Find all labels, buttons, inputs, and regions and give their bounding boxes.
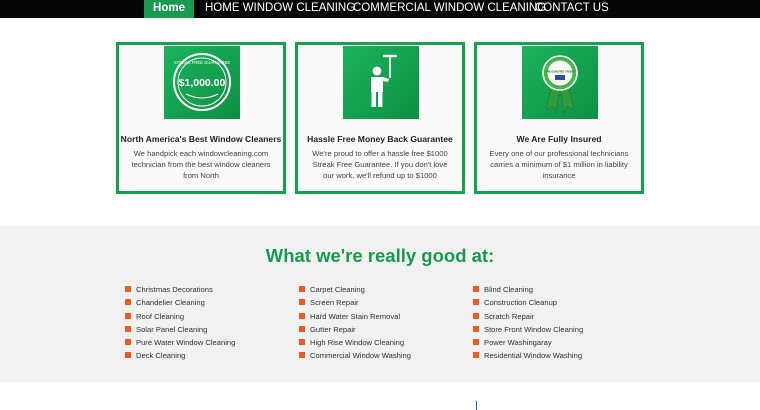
card-description: We're proud to offer a hassle free $1000…	[312, 149, 448, 180]
square-bullet-icon	[125, 352, 131, 359]
service-list-item[interactable]: Carpet Cleaning	[299, 283, 411, 296]
service-label: Carpet Cleaning	[310, 285, 365, 294]
square-bullet-icon	[125, 312, 131, 319]
square-bullet-icon	[299, 286, 305, 292]
square-bullet-icon	[473, 352, 479, 359]
insured-ribbon-icon: Accounts Insd	[522, 46, 598, 119]
square-bullet-icon	[125, 286, 131, 292]
nav-home-window-cleaning-link[interactable]: HOME WINDOW CLEANING	[205, 0, 355, 18]
service-list-item[interactable]: Blind Cleaning	[473, 283, 583, 296]
card-title: Hassle Free Money Back Guarantee	[307, 134, 453, 144]
service-list-item[interactable]: Chandelier Cleaning	[125, 296, 235, 309]
service-list-item[interactable]: High Rise Window Cleaning	[299, 336, 411, 349]
card-description: Every one of our professional technician…	[489, 149, 629, 180]
card-title: We Are Fully Insured	[516, 134, 602, 144]
money-badge-icon: STREAK FREE GUARANTEE $1,000.00	[164, 46, 240, 119]
service-list-item[interactable]: Pure Water Window Cleaning	[125, 336, 235, 349]
service-list-item[interactable]: Store Front Window Cleaning	[473, 323, 583, 336]
service-list-item[interactable]: Gutter Repair	[299, 323, 411, 336]
square-bullet-icon	[125, 299, 131, 306]
services-column-2: Carpet Cleaning Screen Repair Hard Water…	[299, 283, 411, 363]
nav-contact-us-link[interactable]: CONTACT US	[535, 0, 609, 18]
service-label: Gutter Repair	[310, 324, 356, 334]
service-list-item[interactable]: Hard Water Stain Removal	[299, 310, 411, 323]
square-bullet-icon	[473, 325, 479, 332]
nav-commercial-window-cleaning-link[interactable]: COMMERCIAL WINDOW CLEANING	[353, 0, 546, 18]
services-column-3: Blind Cleaning Construction Cleanup Scra…	[473, 283, 583, 363]
service-list-item[interactable]: Deck Cleaning	[125, 349, 235, 362]
services-column-1: Christmas Decorations Chandelier Cleanin…	[125, 283, 235, 363]
square-bullet-icon	[473, 286, 479, 292]
service-label: Pure Water Window Cleaning	[136, 338, 236, 348]
feature-card-money-back: Hassle Free Money Back Guarantee We're p…	[295, 42, 465, 194]
square-bullet-icon	[473, 312, 479, 319]
square-bullet-icon	[299, 312, 305, 319]
service-label: Blind Cleaning	[484, 285, 533, 294]
feature-card-best-cleaners: STREAK FREE GUARANTEE $1,000.00 North Am…	[116, 42, 286, 194]
service-label: Chandelier Cleaning	[136, 298, 205, 308]
text-cursor	[476, 401, 477, 410]
service-label: Solar Panel Cleaning	[136, 324, 208, 334]
service-label: Commercial Window Washing	[310, 351, 411, 361]
square-bullet-icon	[473, 299, 479, 306]
services-section: What we're really good at: Christmas Dec…	[0, 226, 760, 382]
service-list-item[interactable]: Christmas Decorations	[125, 283, 235, 296]
service-list-item[interactable]: Commercial Window Washing	[299, 349, 411, 362]
service-list-item[interactable]: Roof Cleaning	[125, 310, 235, 323]
service-label: Roof Cleaning	[136, 311, 185, 321]
service-label: Christmas Decorations	[136, 285, 213, 294]
service-label: Hard Water Stain Removal	[310, 311, 401, 321]
service-label: Scratch Repair	[484, 311, 535, 321]
square-bullet-icon	[299, 299, 305, 306]
card-description: We handpick each windowcleaning.com tech…	[131, 149, 271, 180]
service-label: Deck Cleaning	[136, 351, 186, 361]
service-label: High Rise Window Cleaning	[310, 338, 405, 348]
service-label: Store Front Window Cleaning	[484, 324, 584, 334]
service-label: Construction Cleanup	[484, 298, 558, 308]
service-list-item[interactable]: Residential Window Washing	[473, 349, 583, 362]
service-label: Power Washingaray	[484, 338, 552, 348]
square-bullet-icon	[299, 352, 305, 359]
window-cleaner-squeegee-icon	[343, 46, 419, 119]
square-bullet-icon	[473, 339, 479, 346]
service-label: Residential Window Washing	[484, 351, 583, 361]
square-bullet-icon	[299, 325, 305, 332]
top-nav-bar: Home HOME WINDOW CLEANING COMMERCIAL WIN…	[0, 0, 760, 18]
service-list-item[interactable]: Power Washingaray	[473, 336, 583, 349]
service-list-item[interactable]: Construction Cleanup	[473, 296, 583, 309]
feature-card-insured: Accounts Insd We Are Fully Insured Every…	[474, 42, 644, 194]
badge-amount: $1,000.00	[179, 77, 226, 89]
service-list-item[interactable]: Scratch Repair	[473, 310, 583, 323]
service-label: Screen Repair	[310, 298, 359, 308]
services-heading: What we're really good at:	[265, 245, 495, 266]
card-title: North America's Best Window Cleaners	[120, 134, 282, 144]
square-bullet-icon	[299, 339, 305, 346]
square-bullet-icon	[125, 325, 131, 332]
nav-home-link[interactable]: Home	[144, 0, 194, 18]
badge-caption: STREAK FREE GUARANTEE	[174, 60, 231, 65]
service-list-item[interactable]: Screen Repair	[299, 296, 411, 309]
ribbon-text: Accounts Insd	[546, 69, 574, 74]
service-list-item[interactable]: Solar Panel Cleaning	[125, 323, 235, 336]
square-bullet-icon	[125, 339, 131, 346]
